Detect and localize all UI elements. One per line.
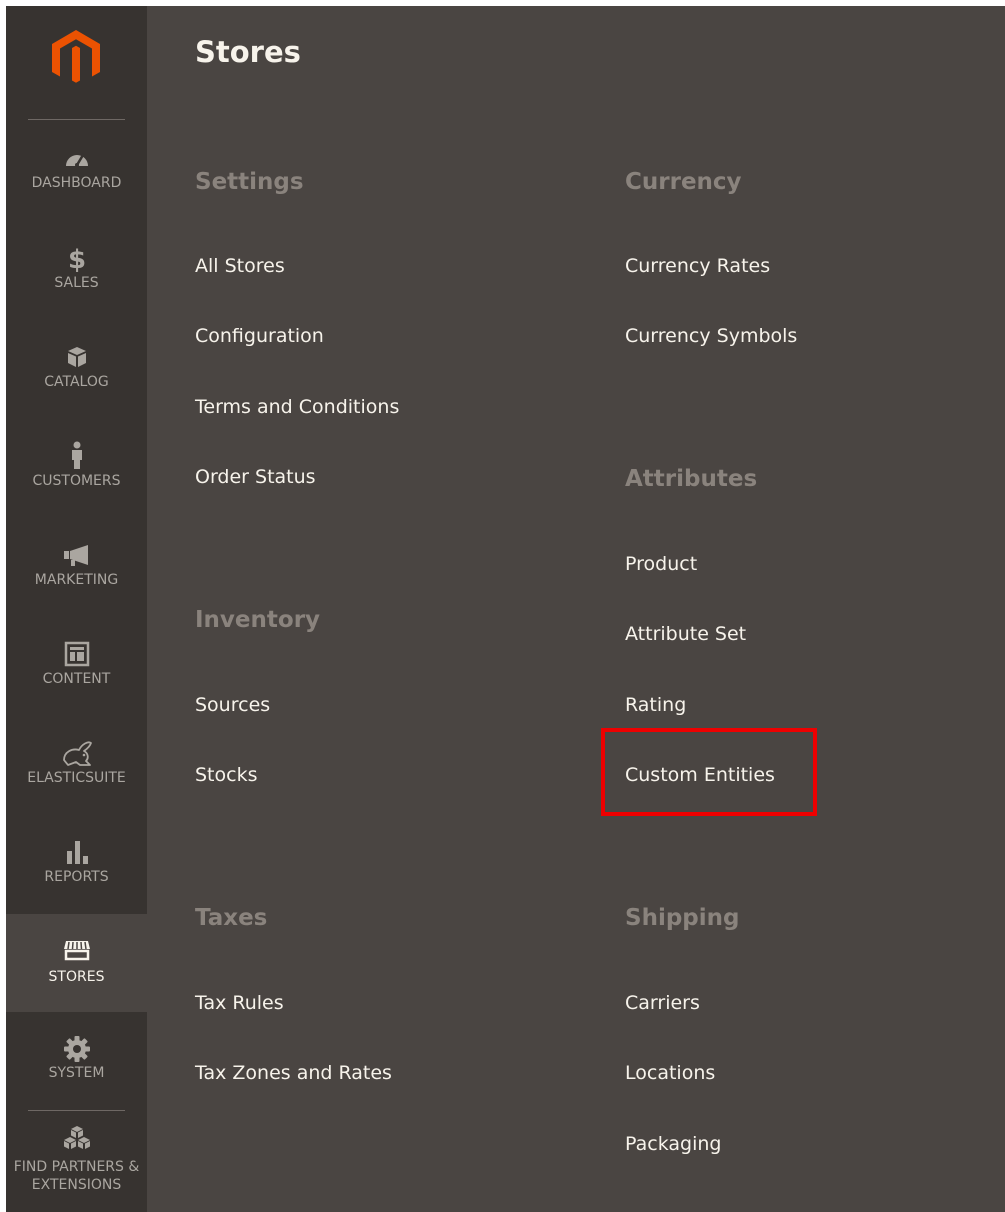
link-currency-rates[interactable]: Currency Rates xyxy=(625,253,770,279)
nav-label: DASHBOARD xyxy=(31,175,122,191)
nav-label: REPORTS xyxy=(44,869,109,885)
nav-label: ELASTICSUITE xyxy=(27,770,126,786)
nav-label: STORES xyxy=(48,969,105,985)
link-attribute-set[interactable]: Attribute Set xyxy=(625,621,746,647)
dollar-icon: $ xyxy=(6,244,147,272)
link-all-stores[interactable]: All Stores xyxy=(195,253,285,279)
group-title-attributes: Attributes xyxy=(625,466,758,492)
nav-label: FIND PARTNERS & EXTENSIONS xyxy=(13,1159,140,1193)
sidebar-divider xyxy=(28,1110,125,1111)
nav-item-system[interactable]: SYSTEM xyxy=(6,1021,147,1119)
group-title-inventory: Inventory xyxy=(195,607,321,633)
group-title-shipping: Shipping xyxy=(625,905,740,931)
store-icon xyxy=(6,936,147,964)
catalog-box-icon xyxy=(6,343,147,371)
link-terms-and-conditions[interactable]: Terms and Conditions xyxy=(195,394,399,420)
nav-item-customers[interactable]: CUSTOMERS xyxy=(6,426,147,524)
link-stocks[interactable]: Stocks xyxy=(195,762,257,788)
nav-label: CUSTOMERS xyxy=(32,473,121,489)
link-sources[interactable]: Sources xyxy=(195,692,270,718)
nav-item-elasticsuite[interactable]: ELASTICSUITE xyxy=(6,723,147,821)
nav-label: SALES xyxy=(54,275,99,291)
nav-label: CATALOG xyxy=(44,374,109,390)
nav-item-reports[interactable]: REPORTS xyxy=(6,822,147,920)
nav-item-marketing[interactable]: MARKETING xyxy=(6,525,147,623)
rabbit-icon xyxy=(6,739,147,767)
nav-item-dashboard[interactable]: DASHBOARD xyxy=(6,128,147,226)
gear-icon xyxy=(6,1035,147,1063)
nav-item-sales[interactable]: $ SALES xyxy=(6,228,147,326)
nav-label: CONTENT xyxy=(42,671,111,687)
nav-item-stores[interactable]: STORES xyxy=(6,914,147,1012)
admin-sidebar: DASHBOARD $ SALES CATALOG CUSTOMERS MARK… xyxy=(6,6,147,1212)
link-locations[interactable]: Locations xyxy=(625,1060,715,1086)
link-rating[interactable]: Rating xyxy=(625,692,686,718)
bar-chart-icon xyxy=(6,838,147,866)
svg-text:$: $ xyxy=(67,245,85,272)
group-title-settings: Settings xyxy=(195,169,304,195)
dashboard-icon xyxy=(6,144,147,172)
nav-label: SYSTEM xyxy=(48,1065,105,1081)
nav-item-content[interactable]: CONTENT xyxy=(6,624,147,722)
nav-item-catalog[interactable]: CATALOG xyxy=(6,327,147,425)
magento-logo-icon[interactable] xyxy=(50,28,102,84)
highlight-box xyxy=(601,728,817,816)
link-tax-rules[interactable]: Tax Rules xyxy=(195,990,284,1016)
link-configuration[interactable]: Configuration xyxy=(195,323,324,349)
link-product[interactable]: Product xyxy=(625,551,697,577)
group-title-taxes: Taxes xyxy=(195,905,268,931)
partners-cubes-icon xyxy=(6,1124,147,1152)
megaphone-icon xyxy=(6,541,147,569)
link-tax-zones-and-rates[interactable]: Tax Zones and Rates xyxy=(195,1060,392,1086)
link-carriers[interactable]: Carriers xyxy=(625,990,700,1016)
link-order-status[interactable]: Order Status xyxy=(195,464,316,490)
stores-menu-panel: Stores Settings All Stores Configuration… xyxy=(147,6,1005,1212)
content-layout-icon xyxy=(6,640,147,668)
link-packaging[interactable]: Packaging xyxy=(625,1131,721,1157)
customer-person-icon xyxy=(6,441,147,470)
admin-frame: DASHBOARD $ SALES CATALOG CUSTOMERS MARK… xyxy=(6,6,1005,1212)
sidebar-divider xyxy=(28,119,125,120)
nav-item-find-partners[interactable]: FIND PARTNERS & EXTENSIONS xyxy=(6,1114,147,1212)
nav-label: MARKETING xyxy=(34,572,119,588)
page-title: Stores xyxy=(195,35,301,69)
link-currency-symbols[interactable]: Currency Symbols xyxy=(625,323,797,349)
group-title-currency: Currency xyxy=(625,169,742,195)
